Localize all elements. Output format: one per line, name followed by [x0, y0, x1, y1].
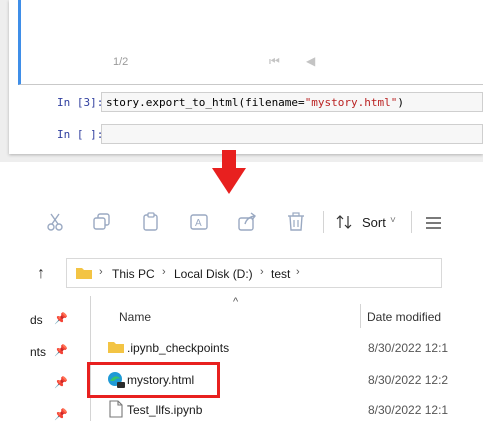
code-line: story.export_to_html(filename="mystory.h… [106, 96, 404, 109]
code-plain: story.export_to_html(filename= [106, 96, 305, 109]
pin-icon: 📌 [54, 377, 68, 389]
pin-icon: 📌 [54, 345, 68, 357]
chevron-down-icon: ˅ [390, 215, 396, 226]
svg-text:A: A [195, 218, 202, 229]
down-arrow-icon [212, 150, 246, 194]
file-name: Test_llfs.ipynb [127, 403, 203, 417]
prev-slide-button[interactable]: ◀ [306, 54, 315, 68]
slide-counter: 1/2 [113, 56, 129, 68]
cell-prompt: In [3]: [57, 96, 104, 109]
share-icon[interactable] [238, 212, 258, 232]
breadcrumb-this-pc[interactable]: This PC [112, 267, 155, 281]
breadcrumb-separator: › [260, 266, 264, 278]
paste-icon[interactable] [142, 212, 160, 232]
folder-icon [76, 268, 92, 279]
cell-prompt-empty: In [ ]: [57, 128, 104, 141]
code-cell[interactable]: story.export_to_html(filename="mystory.h… [101, 92, 483, 112]
code-string: "mystory.html" [304, 96, 398, 109]
toolbar-divider-2 [411, 211, 412, 233]
pin-icon: 📌 [54, 409, 68, 421]
nav-item-label[interactable]: nts [30, 345, 46, 359]
folder-icon [108, 342, 124, 353]
file-name: .ipynb_checkpoints [127, 341, 230, 355]
cut-icon[interactable] [46, 212, 64, 232]
breadcrumb-separator: › [162, 266, 166, 278]
file-row[interactable]: .ipynb_checkpoints 8/30/2022 12:1 [100, 337, 448, 359]
up-arrow-icon[interactable]: ↑ [37, 265, 45, 283]
file-row[interactable]: Test_llfs.ipynb 8/30/2022 12:1 [100, 399, 448, 421]
sort-label: Sort [362, 215, 386, 230]
highlight-box [87, 362, 220, 398]
breadcrumb-separator: › [296, 266, 300, 278]
sort-button[interactable]: Sort ˅ [336, 212, 402, 234]
pin-icon: 📌 [54, 313, 68, 325]
document-icon [109, 400, 123, 418]
file-date: 8/30/2022 12:1 [368, 403, 449, 417]
rename-icon[interactable]: A [190, 212, 210, 232]
column-header-date[interactable]: Date modified [367, 310, 441, 324]
file-date: 8/30/2022 12:2 [368, 373, 449, 387]
slide-output-area [18, 0, 483, 85]
first-slide-button[interactable]: ⏮ [269, 54, 280, 69]
column-header-name[interactable]: Name [119, 310, 151, 324]
pane-splitter[interactable] [90, 296, 91, 421]
copy-icon[interactable] [93, 213, 111, 231]
view-menu-icon[interactable] [425, 216, 442, 230]
breadcrumb-local-disk[interactable]: Local Disk (D:) [174, 267, 253, 281]
nav-item-label[interactable]: ds [30, 313, 43, 327]
sort-ascending-icon: ^ [233, 296, 239, 308]
file-date: 8/30/2022 12:1 [368, 341, 449, 355]
delete-icon[interactable] [287, 212, 305, 232]
sort-icon [336, 215, 352, 229]
toolbar-divider [323, 211, 324, 233]
code-end: ) [397, 96, 405, 109]
empty-code-cell[interactable] [101, 124, 483, 144]
breadcrumb-separator: › [99, 266, 103, 278]
column-divider[interactable] [360, 304, 361, 328]
breadcrumb-test[interactable]: test [271, 267, 290, 281]
